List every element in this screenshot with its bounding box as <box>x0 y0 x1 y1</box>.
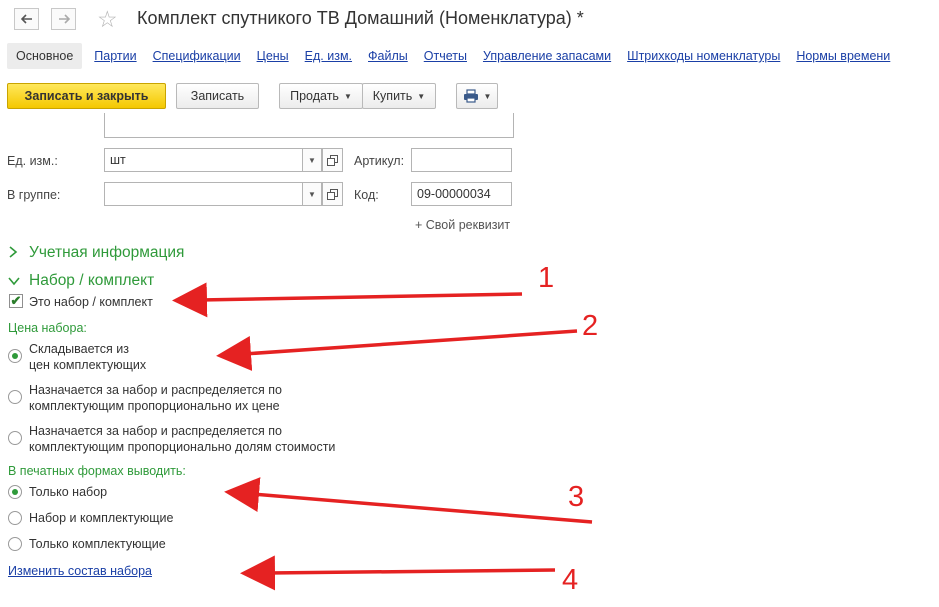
annotation-number-3: 3 <box>568 481 585 513</box>
annotation-number-1: 1 <box>538 262 555 294</box>
annotation-arrows <box>172 282 593 591</box>
annotation-arrow-2 <box>216 329 578 371</box>
annotation-arrow-4 <box>240 555 556 591</box>
annotation-arrow-3 <box>224 477 593 524</box>
annotation-number-2: 2 <box>582 310 599 342</box>
annotation-arrow-1 <box>172 282 523 318</box>
annotation-number-4: 4 <box>562 564 579 596</box>
